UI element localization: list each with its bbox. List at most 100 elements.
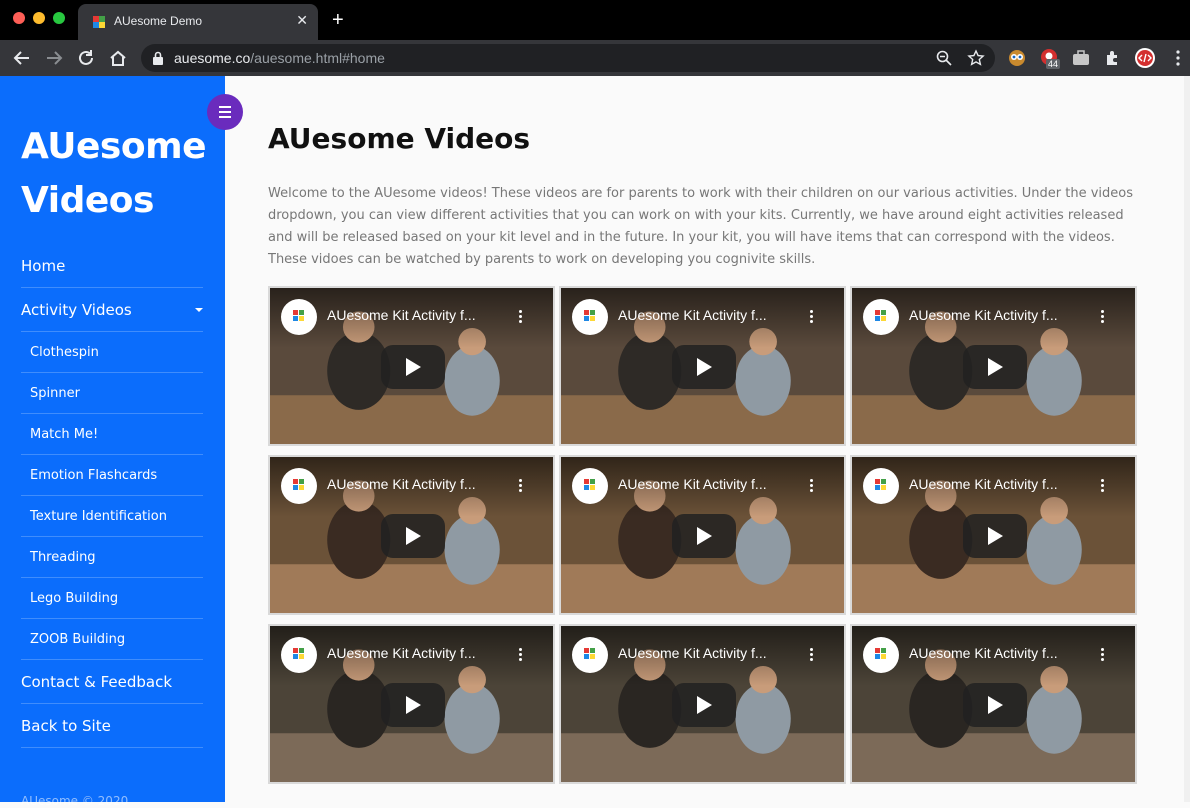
home-icon[interactable] — [107, 47, 129, 69]
auesome-logo-icon — [875, 648, 886, 659]
video-title[interactable]: AUesome Kit Activity f... — [327, 645, 476, 661]
url-text: auesome.co/auesome.html#home — [174, 50, 385, 66]
lock-icon — [153, 51, 163, 65]
sidebar-item-back-to-site[interactable]: Back to Site — [21, 704, 203, 748]
channel-avatar[interactable] — [572, 468, 608, 504]
sidebar-item-emotion-flashcards[interactable]: Emotion Flashcards — [21, 455, 203, 496]
sidebar-toggle-button[interactable] — [207, 94, 243, 130]
minimize-window-button[interactable] — [33, 12, 45, 24]
play-button[interactable] — [381, 345, 445, 389]
play-button[interactable] — [672, 514, 736, 558]
video-more-icon[interactable] — [1101, 310, 1105, 326]
play-button[interactable] — [672, 683, 736, 727]
video-card[interactable]: AUesome Kit Activity f... — [559, 455, 846, 615]
sidebar-item-threading[interactable]: Threading — [21, 537, 203, 578]
channel-avatar[interactable] — [281, 468, 317, 504]
kebab-menu-icon[interactable] — [1168, 48, 1188, 68]
video-more-icon[interactable] — [519, 479, 523, 495]
new-tab-button[interactable]: + — [332, 9, 344, 31]
video-title[interactable]: AUesome Kit Activity f... — [909, 476, 1058, 492]
sidebar-menu: Home Activity Videos Clothespin Spinner … — [21, 244, 203, 748]
bookmark-star-icon[interactable] — [967, 49, 985, 67]
sidebar-item-zoob-building[interactable]: ZOOB Building — [21, 619, 203, 660]
video-more-icon[interactable] — [519, 648, 523, 664]
sidebar-item-activity-videos[interactable]: Activity Videos — [21, 288, 203, 332]
back-arrow-icon[interactable] — [11, 47, 33, 69]
play-button[interactable] — [963, 345, 1027, 389]
channel-avatar[interactable] — [281, 637, 317, 673]
video-more-icon[interactable] — [519, 310, 523, 326]
sidebar-brand[interactable]: AUesome Videos — [21, 120, 221, 228]
sidebar-item-texture-identification[interactable]: Texture Identification — [21, 496, 203, 537]
play-button[interactable] — [672, 345, 736, 389]
zoom-icon[interactable] — [935, 49, 953, 67]
channel-avatar[interactable] — [863, 637, 899, 673]
channel-avatar[interactable] — [281, 299, 317, 335]
video-more-icon[interactable] — [1101, 479, 1105, 495]
video-title[interactable]: AUesome Kit Activity f... — [909, 645, 1058, 661]
play-button[interactable] — [963, 683, 1027, 727]
auesome-logo-icon — [875, 479, 886, 490]
page-viewport: AUesome Videos Home Activity Videos Clot… — [0, 76, 1190, 808]
play-icon — [406, 696, 421, 714]
play-icon — [406, 527, 421, 545]
video-title[interactable]: AUesome Kit Activity f... — [618, 307, 767, 323]
play-icon — [406, 358, 421, 376]
video-title[interactable]: AUesome Kit Activity f... — [618, 645, 767, 661]
caret-down-icon — [195, 308, 203, 312]
auesome-logo-icon — [293, 648, 304, 659]
puzzle-extensions-icon[interactable] — [1103, 48, 1123, 68]
sidebar-item-match-me[interactable]: Match Me! — [21, 414, 203, 455]
video-more-icon[interactable] — [1101, 648, 1105, 664]
play-button[interactable] — [963, 514, 1027, 558]
video-title[interactable]: AUesome Kit Activity f... — [327, 307, 476, 323]
video-title[interactable]: AUesome Kit Activity f... — [327, 476, 476, 492]
sidebar: AUesome Videos Home Activity Videos Clot… — [0, 76, 225, 808]
video-card[interactable]: AUesome Kit Activity f... — [559, 286, 846, 446]
play-button[interactable] — [381, 683, 445, 727]
channel-avatar[interactable] — [863, 299, 899, 335]
video-title[interactable]: AUesome Kit Activity f... — [618, 476, 767, 492]
video-card[interactable]: AUesome Kit Activity f... — [559, 624, 846, 784]
owl-extension-icon[interactable] — [1007, 48, 1027, 68]
sidebar-item-lego-building[interactable]: Lego Building — [21, 578, 203, 619]
video-card[interactable]: AUesome Kit Activity f... — [268, 455, 555, 615]
play-icon — [697, 696, 712, 714]
video-more-icon[interactable] — [810, 648, 814, 664]
video-card[interactable]: AUesome Kit Activity f... — [850, 624, 1137, 784]
reload-icon[interactable] — [75, 47, 97, 69]
play-icon — [697, 358, 712, 376]
video-card[interactable]: AUesome Kit Activity f... — [268, 624, 555, 784]
video-card[interactable]: AUesome Kit Activity f... — [850, 455, 1137, 615]
close-tab-icon[interactable]: ✕ — [296, 12, 308, 29]
browser-toolbar: auesome.co/auesome.html#home 44 — [0, 40, 1190, 76]
video-card[interactable]: AUesome Kit Activity f... — [268, 286, 555, 446]
video-title[interactable]: AUesome Kit Activity f... — [909, 307, 1058, 323]
play-icon — [988, 527, 1003, 545]
channel-avatar[interactable] — [572, 299, 608, 335]
auesome-logo-icon — [293, 479, 304, 490]
address-bar[interactable]: auesome.co/auesome.html#home — [141, 44, 995, 72]
sidebar-item-spinner[interactable]: Spinner — [21, 373, 203, 414]
video-more-icon[interactable] — [810, 310, 814, 326]
channel-avatar[interactable] — [572, 637, 608, 673]
video-card[interactable]: AUesome Kit Activity f... — [850, 286, 1137, 446]
play-icon — [697, 527, 712, 545]
auesome-logo-icon — [293, 310, 304, 321]
channel-avatar[interactable] — [863, 468, 899, 504]
profile-avatar-icon[interactable] — [1134, 47, 1156, 69]
browser-tab[interactable]: AUesome Demo ✕ — [78, 4, 318, 40]
close-window-button[interactable] — [13, 12, 25, 24]
page-scrollbar[interactable] — [1184, 76, 1190, 802]
sidebar-item-home[interactable]: Home — [21, 244, 203, 288]
video-more-icon[interactable] — [810, 479, 814, 495]
page-title: AUesome Videos — [268, 122, 531, 155]
play-icon — [988, 358, 1003, 376]
extension-badge: 44 — [1046, 59, 1061, 69]
play-button[interactable] — [381, 514, 445, 558]
sidebar-item-clothespin[interactable]: Clothespin — [21, 332, 203, 373]
briefcase-extension-icon[interactable] — [1071, 48, 1091, 68]
maximize-window-button[interactable] — [53, 12, 65, 24]
forward-arrow-icon[interactable] — [43, 47, 65, 69]
sidebar-item-contact-feedback[interactable]: Contact & Feedback — [21, 660, 203, 704]
